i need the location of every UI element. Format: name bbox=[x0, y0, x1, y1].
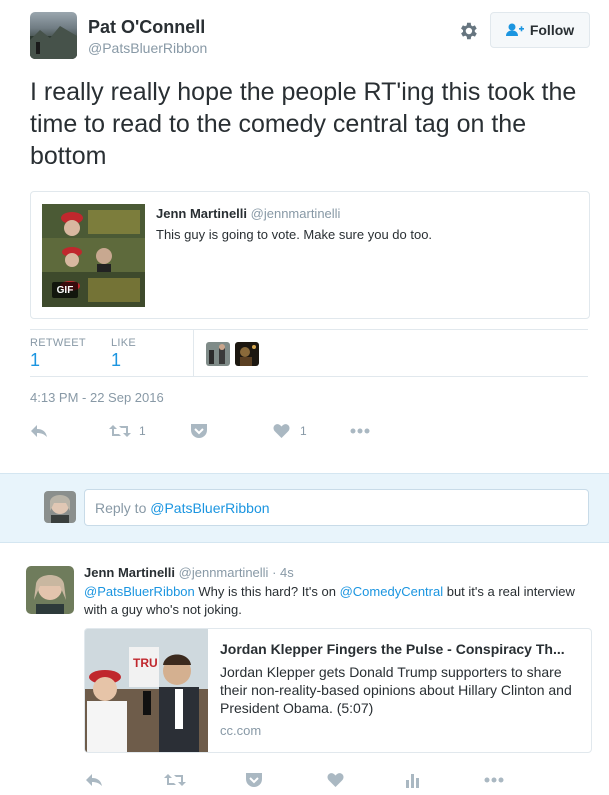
reply-retweet-icon[interactable] bbox=[164, 772, 186, 788]
author-name[interactable]: Pat O'Connell bbox=[88, 17, 205, 38]
reply-action-icon[interactable] bbox=[30, 423, 48, 439]
reply-more-icon[interactable] bbox=[484, 777, 504, 783]
stats-bottom-divider bbox=[30, 376, 588, 377]
reply-reply-icon[interactable] bbox=[85, 772, 103, 788]
add-user-icon bbox=[505, 23, 524, 37]
reply-analytics-icon[interactable] bbox=[405, 772, 421, 788]
heart-icon bbox=[273, 423, 290, 439]
avatar-image bbox=[30, 26, 77, 59]
retweet-stat-label: RETWEET bbox=[30, 337, 86, 349]
quoted-author-row: Jenn Martinelli @jennmartinelli bbox=[156, 206, 340, 221]
like-action[interactable]: 1 bbox=[273, 423, 307, 439]
author-handle[interactable]: @PatsBluerRibbon bbox=[88, 40, 207, 56]
tweet-text: I really really hope the people RT'ing t… bbox=[30, 78, 577, 170]
gif-badge-label: GIF bbox=[56, 284, 74, 296]
reply-mention-comedycentral[interactable]: @ComedyCentral bbox=[340, 584, 444, 599]
like-action-count: 1 bbox=[300, 424, 307, 438]
quoted-text: This guy is going to vote. Make sure you… bbox=[156, 227, 433, 242]
more-icon[interactable] bbox=[350, 428, 370, 434]
quoted-author-handle[interactable]: @jennmartinelli bbox=[251, 206, 341, 221]
follow-label: Follow bbox=[529, 22, 575, 38]
reply-author-handle[interactable]: @jennmartinelli bbox=[179, 565, 269, 580]
author-avatar[interactable] bbox=[30, 12, 77, 59]
reply-time[interactable]: · 4s bbox=[272, 565, 294, 580]
quoted-media-thumbnail[interactable]: GIF bbox=[42, 204, 145, 307]
gear-icon[interactable] bbox=[457, 20, 479, 42]
pocket-save-icon[interactable] bbox=[190, 423, 208, 439]
reply-mention-user[interactable]: @PatsBluerRibbon bbox=[84, 584, 195, 599]
reply-heart-icon[interactable] bbox=[327, 772, 344, 788]
quoted-tweet[interactable]: GIF Jenn Martinelli @jennmartinelli This… bbox=[30, 191, 590, 319]
quoted-author-name[interactable]: Jenn Martinelli bbox=[156, 206, 247, 221]
retweet-action[interactable]: 1 bbox=[109, 423, 146, 439]
reply-text: @PatsBluerRibbon Why is this hard? It's … bbox=[84, 583, 589, 619]
like-stat-count[interactable]: 1 bbox=[111, 350, 121, 371]
link-card-title: Jordan Klepper Fingers the Pulse - Consp… bbox=[220, 641, 565, 657]
reply-input-prefix: Reply to bbox=[95, 499, 151, 516]
retweet-action-count: 1 bbox=[139, 424, 146, 438]
like-stat-label: LIKE bbox=[111, 337, 137, 349]
link-card-domain: cc.com bbox=[220, 723, 262, 738]
reply-input-mention: @PatsBluerRibbon bbox=[150, 499, 270, 516]
stats-vertical-divider bbox=[193, 330, 194, 376]
reply-text-part-a: Why is this hard? It's on bbox=[194, 584, 340, 599]
tweet-timestamp[interactable]: 4:13 PM - 22 Sep 2016 bbox=[30, 390, 164, 405]
reply-input[interactable]: Reply to @PatsBluerRibbon bbox=[84, 489, 589, 526]
follow-button[interactable]: Follow bbox=[490, 12, 590, 48]
svg-text:TRU: TRU bbox=[133, 656, 158, 670]
current-user-avatar bbox=[44, 491, 76, 523]
link-card-description: Jordan Klepper gets Donald Trump support… bbox=[220, 664, 572, 716]
retweet-stat-count[interactable]: 1 bbox=[30, 350, 40, 371]
link-card-image: TRU bbox=[85, 629, 208, 752]
reply-author-row: Jenn Martinelli @jennmartinelli · 4s bbox=[84, 565, 294, 580]
reply-author-avatar[interactable] bbox=[26, 566, 74, 614]
reply-pocket-save-icon[interactable] bbox=[245, 772, 263, 788]
stats-top-divider bbox=[30, 329, 588, 330]
gif-badge: GIF bbox=[52, 282, 78, 298]
link-card[interactable]: TRU Jordan Klepper Fingers the Pulse - C… bbox=[84, 628, 592, 753]
retweet-icon bbox=[109, 423, 131, 439]
liker-avatar[interactable] bbox=[206, 342, 230, 366]
retweeter-avatar[interactable] bbox=[235, 342, 259, 366]
reply-author-name[interactable]: Jenn Martinelli bbox=[84, 565, 175, 580]
